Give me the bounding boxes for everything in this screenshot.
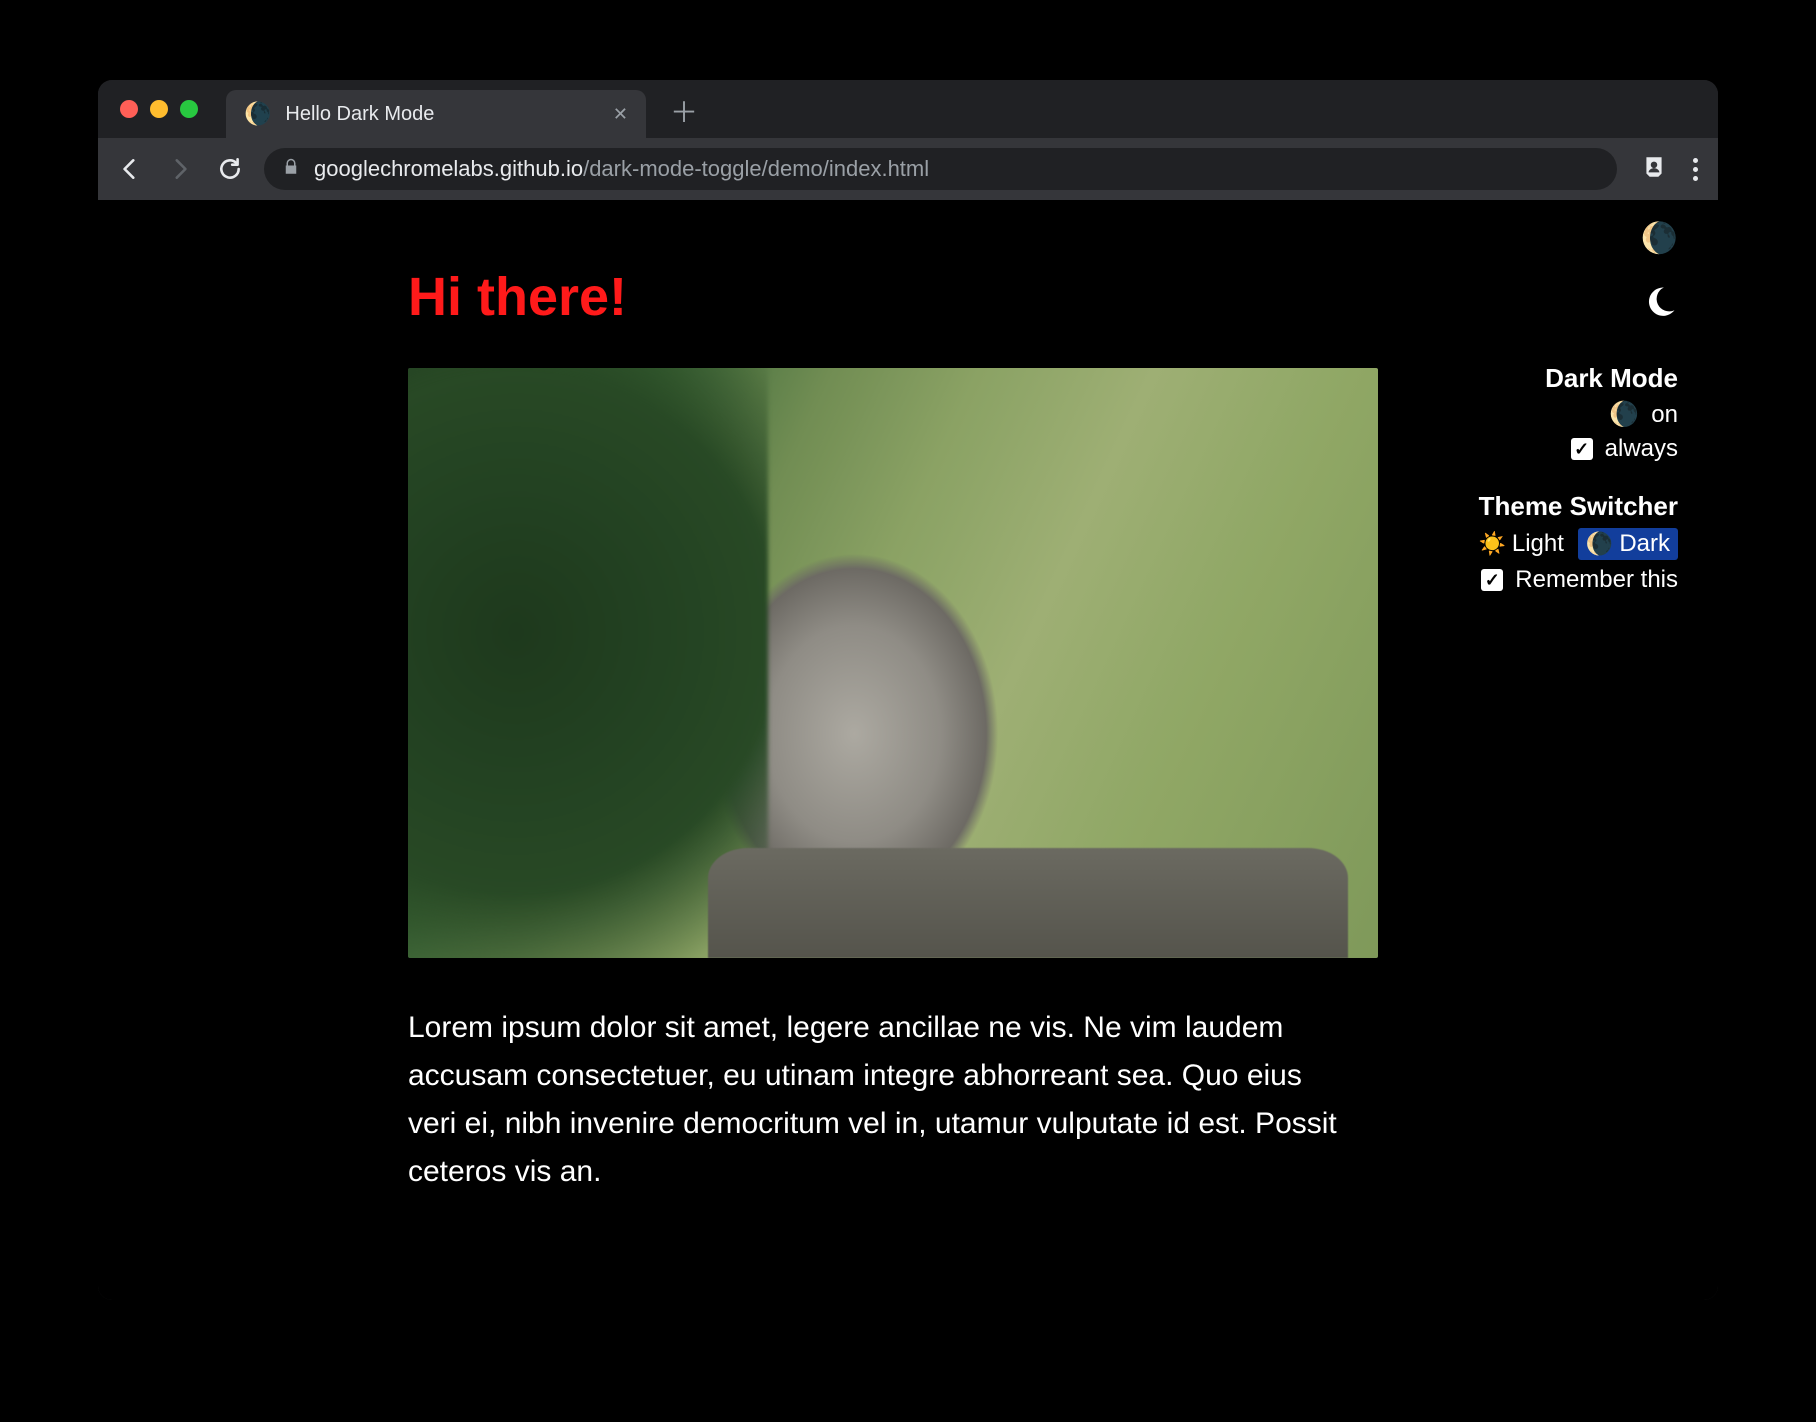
tab-favicon-icon: 🌘: [244, 103, 271, 125]
browser-window: 🌘 Hello Dark Mode ✕ ＋ googlechromelabs.g…: [98, 80, 1718, 1300]
back-button[interactable]: [114, 153, 146, 185]
new-tab-button[interactable]: ＋: [670, 99, 698, 127]
always-label: always: [1605, 435, 1678, 463]
url-text: googlechromelabs.github.io/dark-mode-tog…: [314, 156, 929, 182]
moon-emoji-icon[interactable]: 🌘: [1428, 224, 1678, 254]
close-window-button[interactable]: [120, 100, 138, 118]
browser-menu-button[interactable]: [1689, 154, 1702, 185]
theme-switcher: ☀️ Light 🌘 Dark: [1428, 528, 1678, 560]
browser-toolbar: googlechromelabs.github.io/dark-mode-tog…: [98, 138, 1718, 200]
hero-image: [408, 368, 1378, 958]
page-heading: Hi there!: [408, 266, 1388, 328]
light-label: Light: [1512, 530, 1564, 558]
dark-mode-toggle[interactable]: 🌘 on: [1428, 400, 1678, 429]
sun-icon: ☀️: [1478, 531, 1505, 557]
dark-mode-always-row: always: [1428, 435, 1678, 463]
dark-mode-heading: Dark Mode: [1428, 363, 1678, 394]
moon-icon: 🌘: [1586, 531, 1613, 557]
window-controls: [120, 100, 198, 118]
moon-icon: 🌘: [1609, 400, 1639, 429]
crescent-icon[interactable]: [1644, 284, 1678, 325]
side-controls: 🌘 Dark Mode 🌘 on always Theme Switcher ☀…: [1428, 224, 1678, 600]
reload-button[interactable]: [214, 153, 246, 185]
page-content: Hi there! Lorem ipsum dolor sit amet, le…: [98, 200, 1718, 1300]
theme-switcher-heading: Theme Switcher: [1428, 491, 1678, 522]
address-bar[interactable]: googlechromelabs.github.io/dark-mode-tog…: [264, 148, 1617, 190]
dark-label: Dark: [1619, 530, 1670, 558]
theme-option-light[interactable]: ☀️ Light: [1470, 528, 1571, 560]
theme-option-dark[interactable]: 🌘 Dark: [1578, 528, 1678, 560]
forward-button[interactable]: [164, 153, 196, 185]
lock-icon: [282, 156, 300, 182]
main-column: Hi there! Lorem ipsum dolor sit amet, le…: [408, 240, 1388, 1220]
tab-close-button[interactable]: ✕: [613, 104, 628, 125]
url-path: /dark-mode-toggle/demo/index.html: [583, 156, 929, 181]
dark-mode-state: on: [1651, 401, 1678, 429]
profile-button[interactable]: [1641, 154, 1667, 185]
body-paragraph: Lorem ipsum dolor sit amet, legere ancil…: [408, 1004, 1358, 1196]
remember-label: Remember this: [1515, 566, 1678, 594]
remember-checkbox[interactable]: [1481, 569, 1503, 591]
tab-title: Hello Dark Mode: [285, 103, 599, 126]
tab-strip: 🌘 Hello Dark Mode ✕ ＋: [98, 80, 1718, 138]
url-host: googlechromelabs.github.io: [314, 156, 583, 181]
zoom-window-button[interactable]: [180, 100, 198, 118]
browser-tab[interactable]: 🌘 Hello Dark Mode ✕: [226, 90, 646, 138]
remember-row: Remember this: [1428, 566, 1678, 594]
minimize-window-button[interactable]: [150, 100, 168, 118]
always-checkbox[interactable]: [1571, 438, 1593, 460]
